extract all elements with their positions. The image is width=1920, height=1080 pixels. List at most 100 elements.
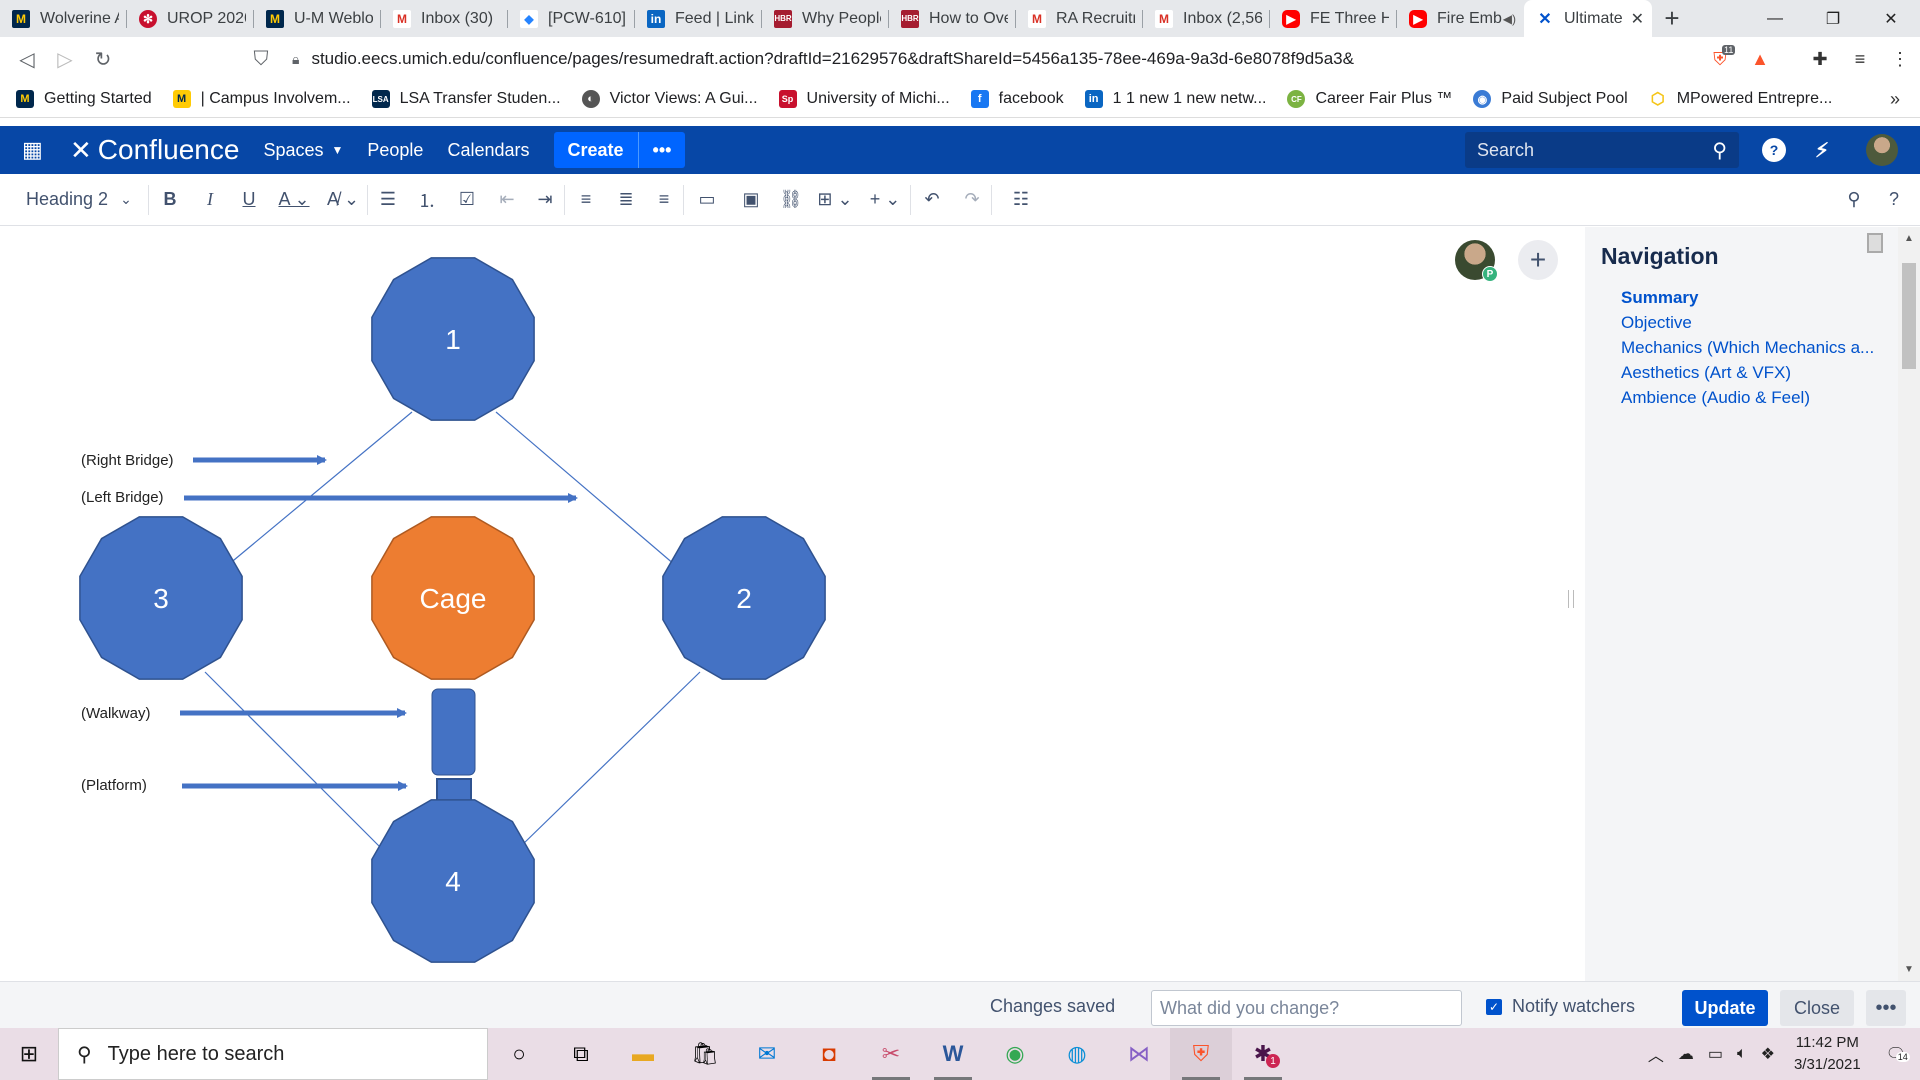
user-avatar[interactable] [1866, 134, 1898, 166]
store-icon[interactable]: 🛍︎ [674, 1028, 736, 1080]
editor-canvas[interactable]: 1 2 3 4 Cage (Right Bridge) (Left Bridge… [0, 227, 1585, 981]
bookmark-item[interactable]: ◐ Victor Views: A Gui... [581, 90, 758, 108]
text-color-icon[interactable]: A ⌄ [269, 174, 319, 226]
minimize-icon[interactable]: — [1746, 0, 1804, 37]
insert-table-icon[interactable]: ⊞ ⌄ [810, 174, 860, 226]
numbered-list-icon[interactable]: ⒈ [408, 174, 446, 226]
back-icon[interactable]: ◁ [8, 40, 46, 78]
bookmarks-overflow-icon[interactable]: » [1890, 89, 1900, 110]
scroll-up-icon[interactable]: ▲ [1904, 233, 1914, 244]
windows-start-icon[interactable]: ⊞ [0, 1028, 58, 1080]
onedrive-icon[interactable]: ☁ [1678, 1044, 1694, 1064]
search-input[interactable]: Search ⚲ [1465, 132, 1739, 168]
italic-icon[interactable]: I [191, 174, 229, 226]
close-window-icon[interactable]: ✕ [1862, 0, 1920, 37]
brave-shield-icon[interactable]: ⛨ 11 [1700, 44, 1740, 70]
more-options-icon[interactable]: ••• [1866, 990, 1906, 1026]
align-left-icon[interactable]: ≡ [565, 174, 607, 226]
close-tab-icon[interactable]: ✕ [1631, 9, 1644, 29]
confluence-logo[interactable]: ✕ Confluence [70, 134, 239, 166]
underline-icon[interactable]: U [229, 174, 269, 226]
browser-tab[interactable]: MInbox (2,563 [1143, 0, 1270, 37]
chevron-up-icon[interactable]: ︿ [1648, 1042, 1664, 1066]
scrollbar-thumb[interactable] [1902, 263, 1916, 369]
panel-toggle-icon[interactable] [1867, 233, 1883, 253]
browser-tab[interactable]: HBR How to Ove [889, 0, 1016, 37]
taskbar-search-input[interactable]: ⚲ Type here to search [58, 1028, 488, 1080]
visual-studio-icon[interactable]: ⋈ [1108, 1028, 1170, 1080]
insert-more-icon[interactable]: + ⌄ [860, 174, 910, 226]
undo-icon[interactable]: ↶ [911, 174, 953, 226]
cortana-icon[interactable]: ○ [488, 1028, 550, 1080]
change-comment-input[interactable] [1151, 990, 1462, 1026]
brave-icon[interactable]: ⛨ [1170, 1028, 1232, 1080]
task-list-icon[interactable]: ☑ [446, 174, 488, 226]
brave-rewards-icon[interactable]: ▲ [1740, 49, 1780, 70]
browser-tab[interactable]: HBR Why People [762, 0, 889, 37]
browser-tab-active[interactable]: ✕ Ultimate ✕ [1524, 0, 1652, 37]
media-playlist-icon[interactable]: ≡ [1840, 49, 1880, 70]
word-icon[interactable]: W [922, 1028, 984, 1080]
snipping-tool-icon[interactable]: ✂ [860, 1028, 922, 1080]
action-center-icon[interactable]: 🗨︎14 [1886, 1044, 1910, 1064]
browser-tab[interactable]: M U-M Weblo [254, 0, 381, 37]
browser-tab[interactable]: ✻ UROP 2020 [127, 0, 254, 37]
browser-tab[interactable]: ▶FE Three Ho [1270, 0, 1397, 37]
bookmark-item[interactable]: LSA LSA Transfer Studen... [371, 90, 561, 108]
close-button[interactable]: Close [1780, 990, 1854, 1026]
notify-watchers-checkbox[interactable]: ✓ Notify watchers [1486, 996, 1635, 1017]
people-link[interactable]: People [367, 140, 423, 161]
reload-icon[interactable]: ↻ [84, 40, 122, 78]
browser-tab[interactable]: MRA Recruitm [1016, 0, 1143, 37]
browser-menu-icon[interactable]: ⋮ [1880, 49, 1920, 70]
nav-item-objective[interactable]: Objective [1621, 310, 1874, 335]
browser-tab[interactable]: ▶ Fire Emb ◀) [1397, 0, 1524, 37]
chrome-icon[interactable]: ◉ [984, 1028, 1046, 1080]
help-shortcuts-icon[interactable]: ? [1874, 174, 1914, 226]
add-collaborator-button[interactable]: + [1518, 240, 1558, 280]
table-of-contents-icon[interactable]: ☷ [992, 174, 1050, 226]
browser-tab[interactable]: M Wolverine A [0, 0, 127, 37]
bookmark-item[interactable]: M Getting Started [16, 90, 152, 108]
align-right-icon[interactable]: ≡ [645, 174, 683, 226]
nav-item-aesthetics[interactable]: Aesthetics (Art & VFX) [1621, 360, 1874, 385]
nav-item-summary[interactable]: Summary [1621, 285, 1874, 310]
bullet-list-icon[interactable]: ☰ [368, 174, 408, 226]
browser-tab[interactable]: M Inbox (30) [381, 0, 508, 37]
new-tab-button[interactable]: + [1652, 0, 1692, 37]
restore-icon[interactable]: ❐ [1804, 0, 1862, 37]
dropbox-icon[interactable]: ❖ [1761, 1044, 1775, 1064]
slack-icon[interactable]: ✱ 1 [1232, 1028, 1294, 1080]
url-field[interactable]: 🔒︎ studio.eecs.umich.edu/confluence/page… [292, 43, 1542, 75]
update-button[interactable]: Update [1682, 990, 1768, 1026]
panel-resize-handle[interactable] [1568, 590, 1574, 608]
app-switcher-icon[interactable]: ▦ [22, 137, 56, 163]
battery-icon[interactable]: ▭ [1708, 1044, 1723, 1064]
volume-icon[interactable]: 🔈︎ [1737, 1045, 1747, 1063]
indent-icon[interactable]: ⇥ [526, 174, 564, 226]
page-layout-icon[interactable]: ▭ [684, 174, 730, 226]
text-style-dropdown[interactable]: Heading 2 ⌄ [0, 174, 148, 226]
scroll-down-icon[interactable]: ▼ [1904, 964, 1914, 975]
insert-link-icon[interactable]: ⛓ [772, 174, 810, 226]
insert-image-icon[interactable]: ▣ [730, 174, 772, 226]
align-center-icon[interactable]: ≣ [607, 174, 645, 226]
bookmark-item[interactable]: M | Campus Involvem... [172, 90, 351, 108]
browser-tab[interactable]: in Feed | Linke [635, 0, 762, 37]
text-formatting-icon[interactable]: A̸ ⌄ [319, 174, 367, 226]
office-icon[interactable]: ◘ [798, 1028, 860, 1080]
forward-icon[interactable]: ▷ [46, 40, 84, 78]
audio-playing-icon[interactable]: ◀) [1503, 12, 1516, 26]
find-replace-icon[interactable]: ⚲ [1834, 174, 1874, 226]
nav-item-ambience[interactable]: Ambience (Audio & Feel) [1621, 385, 1874, 410]
redo-icon[interactable]: ↷ [953, 174, 991, 226]
create-more-icon[interactable]: ••• [637, 132, 686, 168]
help-icon[interactable]: ? [1762, 138, 1786, 162]
calendars-link[interactable]: Calendars [447, 140, 529, 161]
edge-icon[interactable]: ◍ [1046, 1028, 1108, 1080]
browser-tab[interactable]: ◆[PCW-610] F [508, 0, 635, 37]
spaces-menu[interactable]: Spaces ▼ [263, 140, 343, 161]
bookmark-item[interactable]: f facebook [970, 90, 1064, 108]
bold-icon[interactable]: B [149, 174, 191, 226]
create-button[interactable]: Create [554, 140, 638, 161]
